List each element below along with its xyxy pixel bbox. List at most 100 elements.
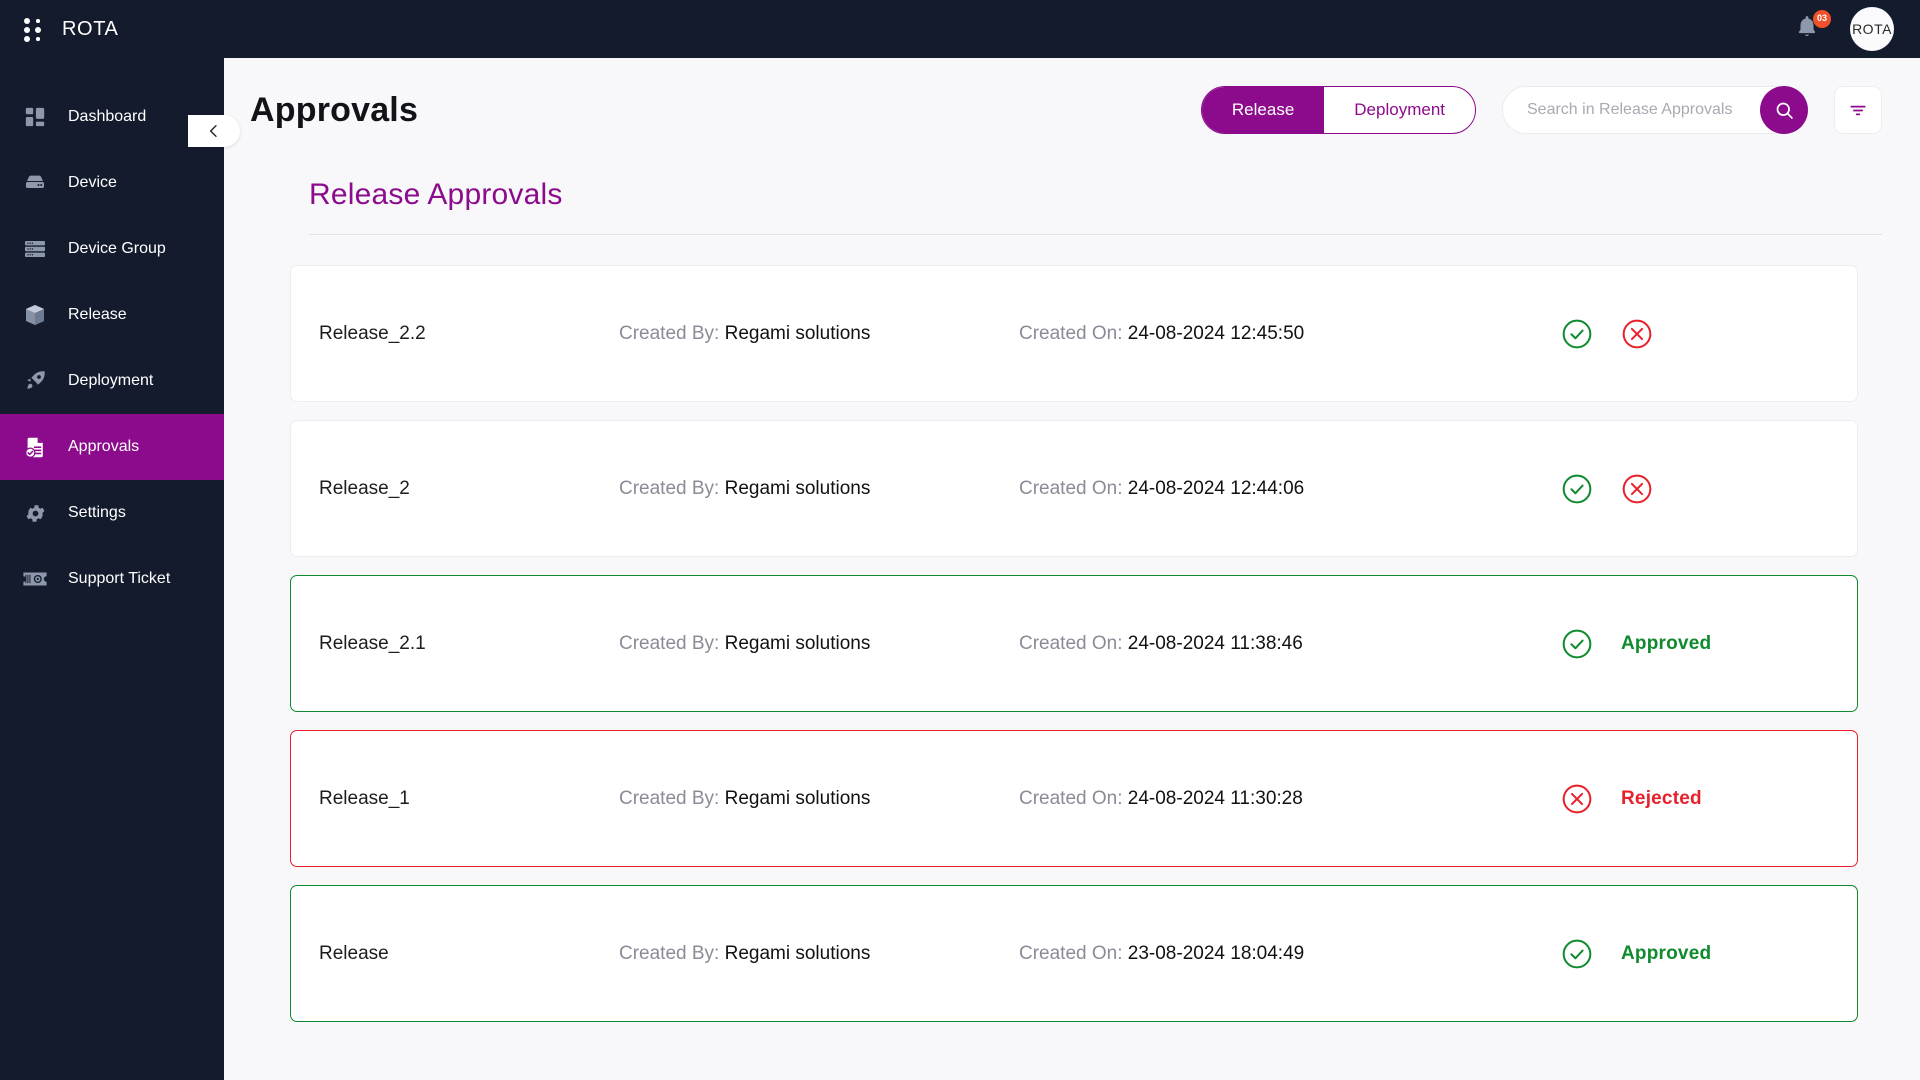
created-by-value: Regami solutions	[724, 477, 871, 499]
main-header: Approvals Release Deployment	[224, 58, 1920, 156]
release-name: Release_1	[319, 787, 410, 809]
main-area: Approvals Release Deployment Search in R…	[224, 58, 1920, 1080]
content-area: Release Approvals Release_2.2 Created By…	[224, 156, 1920, 1080]
status-badge: Approved	[1621, 632, 1712, 654]
gear-icon	[20, 498, 50, 528]
approve-button[interactable]	[1561, 473, 1593, 505]
created-on-label: Created On:	[1019, 632, 1123, 654]
created-on-cell: Created On: 24-08-2024 12:45:50	[1019, 323, 1561, 345]
created-by-value: Regami solutions	[724, 787, 871, 809]
created-on-cell: Created On: 23-08-2024 18:04:49	[1019, 943, 1561, 965]
search-container	[1502, 86, 1808, 134]
device-group-icon	[20, 234, 50, 264]
status-badge: Rejected	[1621, 787, 1702, 809]
created-by-cell: Created By: Regami solutions	[619, 478, 1019, 500]
release-name: Release	[319, 942, 389, 964]
release-name: Release_2.1	[319, 632, 426, 654]
page-title: Approvals	[250, 90, 419, 129]
rejected-status-icon-wrap	[1561, 783, 1593, 815]
created-on-cell: Created On: 24-08-2024 12:44:06	[1019, 478, 1561, 500]
created-on-value: 24-08-2024 11:38:46	[1127, 632, 1303, 654]
device-icon	[20, 168, 50, 198]
chevron-left-icon	[210, 125, 217, 137]
created-by-label: Created By:	[619, 942, 720, 964]
table-row[interactable]: Release Created By: Regami solutions Cre…	[290, 885, 1858, 1022]
approvals-icon	[20, 432, 50, 462]
status-badge: Approved	[1621, 942, 1712, 964]
created-on-cell: Created On: 24-08-2024 11:38:46	[1019, 633, 1561, 655]
created-by-cell: Created By: Regami solutions	[619, 943, 1019, 965]
reject-button[interactable]	[1621, 318, 1653, 350]
created-by-value: Regami solutions	[724, 942, 871, 964]
tab-release[interactable]: Release	[1201, 87, 1325, 133]
created-by-label: Created By:	[619, 632, 720, 654]
table-row[interactable]: Release_1 Created By: Regami solutions C…	[290, 730, 1858, 867]
check-circle-icon	[1562, 939, 1592, 968]
row-actions	[1561, 318, 1821, 350]
approvals-list: Release_2.2 Created By: Regami solutions…	[264, 235, 1882, 1022]
app-root: ROTA 03 ROTA Dashboard Device Device Gro…	[0, 0, 1920, 1080]
dashboard-icon	[20, 102, 50, 132]
check-circle-icon	[1562, 474, 1592, 503]
approved-status-icon-wrap	[1561, 938, 1593, 970]
created-on-value: 24-08-2024 11:30:28	[1127, 787, 1303, 809]
filter-button[interactable]	[1834, 86, 1882, 134]
sidebar-item-device[interactable]: Device	[0, 150, 224, 216]
table-row[interactable]: Release_2.2 Created By: Regami solutions…	[290, 265, 1858, 402]
sidebar-item-label: Settings	[68, 504, 126, 521]
sidebar-item-label: Release	[68, 306, 127, 323]
section-header: Release Approvals	[264, 156, 1882, 235]
avatar[interactable]: ROTA	[1850, 7, 1894, 51]
sidebar-item-label: Device	[68, 174, 117, 191]
sidebar: Dashboard Device Device Group Release De…	[0, 58, 224, 1080]
sidebar-item-label: Deployment	[68, 372, 154, 389]
ticket-icon	[20, 564, 50, 594]
avatar-label: ROTA	[1852, 21, 1892, 37]
reject-button[interactable]	[1621, 473, 1653, 505]
sidebar-item-support-ticket[interactable]: Support Ticket	[0, 546, 224, 612]
row-actions: Rejected	[1561, 783, 1821, 815]
created-by-cell: Created By: Regami solutions	[619, 788, 1019, 810]
row-actions	[1561, 473, 1821, 505]
top-bar-right: 03 ROTA	[1794, 7, 1894, 51]
created-on-label: Created On:	[1019, 477, 1123, 499]
x-circle-icon	[1622, 474, 1652, 503]
table-row[interactable]: Release_2 Created By: Regami solutions C…	[290, 420, 1858, 557]
approval-type-toggle: Release Deployment	[1200, 86, 1476, 134]
search-button[interactable]	[1760, 86, 1808, 134]
rocket-icon	[20, 366, 50, 396]
row-actions: Approved	[1561, 628, 1821, 660]
sidebar-item-label: Device Group	[68, 240, 166, 257]
sidebar-item-label: Approvals	[68, 438, 140, 455]
sidebar-item-deployment[interactable]: Deployment	[0, 348, 224, 414]
x-circle-icon	[1562, 784, 1592, 813]
check-circle-icon	[1562, 629, 1592, 658]
check-circle-icon	[1562, 319, 1592, 348]
release-name: Release_2.2	[319, 322, 426, 344]
created-on-value: 24-08-2024 12:44:06	[1127, 477, 1305, 499]
sidebar-item-label: Dashboard	[68, 108, 147, 125]
created-by-label: Created By:	[619, 322, 720, 344]
created-by-value: Regami solutions	[724, 632, 871, 654]
section-title: Release Approvals	[309, 178, 563, 211]
notification-badge: 03	[1813, 10, 1831, 28]
created-on-label: Created On:	[1019, 322, 1123, 344]
approve-button[interactable]	[1561, 318, 1593, 350]
notifications-button[interactable]: 03	[1794, 10, 1831, 45]
table-row[interactable]: Release_2.1 Created By: Regami solutions…	[290, 575, 1858, 712]
dots-grid-icon	[24, 16, 46, 42]
brand[interactable]: ROTA	[24, 16, 118, 42]
sidebar-item-release[interactable]: Release	[0, 282, 224, 348]
sidebar-item-device-group[interactable]: Device Group	[0, 216, 224, 282]
tab-deployment[interactable]: Deployment	[1324, 87, 1475, 133]
created-by-value: Regami solutions	[724, 322, 871, 344]
created-by-cell: Created By: Regami solutions	[619, 323, 1019, 345]
package-icon	[20, 300, 50, 330]
sidebar-collapse-button[interactable]	[188, 115, 240, 147]
created-by-label: Created By:	[619, 477, 720, 499]
sidebar-item-settings[interactable]: Settings	[0, 480, 224, 546]
row-actions: Approved	[1561, 938, 1821, 970]
sidebar-item-label: Support Ticket	[68, 570, 171, 587]
sidebar-item-approvals[interactable]: Approvals	[0, 414, 224, 480]
release-name: Release_2	[319, 477, 410, 499]
